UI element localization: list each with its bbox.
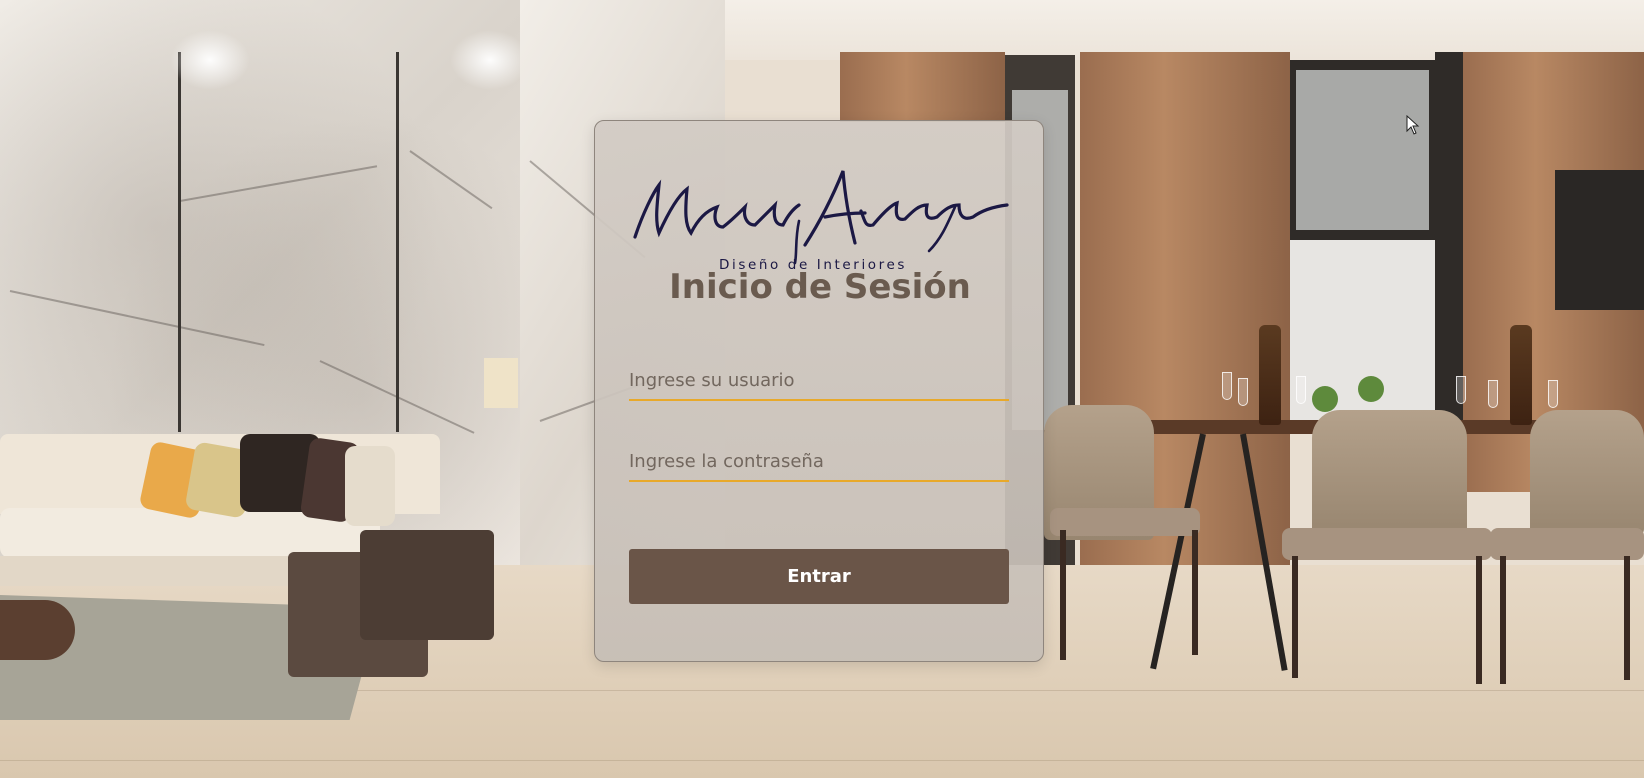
- wine-glass: [1296, 376, 1306, 404]
- signature-logo-icon: [633, 170, 1009, 265]
- wall-light: [170, 30, 250, 90]
- floor-tile-line: [0, 760, 1644, 761]
- login-submit-button[interactable]: Entrar: [629, 549, 1009, 604]
- table-plant: [1312, 386, 1338, 412]
- dining-chair: [1530, 410, 1644, 535]
- wine-bottle: [1259, 325, 1281, 425]
- refrigerator: [1555, 170, 1644, 310]
- chair-leg: [1500, 556, 1506, 684]
- chair-leg: [1060, 530, 1066, 660]
- chair-leg: [1476, 556, 1482, 684]
- wine-glass: [1238, 378, 1248, 406]
- panel-gap: [178, 52, 181, 432]
- wine-glass: [1488, 380, 1498, 408]
- chair-leg: [1192, 530, 1198, 655]
- mouse-pointer-icon: [1406, 115, 1420, 135]
- wine-glass: [1456, 376, 1466, 404]
- chair-leg: [1624, 556, 1630, 680]
- chair-seat: [1282, 528, 1492, 560]
- brand-logo: Diseño de Interiores: [629, 155, 1011, 273]
- chair-seat: [1050, 508, 1200, 536]
- pillow-white: [345, 446, 395, 526]
- password-input[interactable]: [629, 442, 1009, 482]
- wall-light: [450, 30, 530, 90]
- chair-leg: [1292, 556, 1298, 678]
- wine-glass: [1222, 372, 1232, 400]
- ottoman: [360, 530, 494, 640]
- shelf-glass: [1296, 70, 1429, 230]
- wine-bottle: [1510, 325, 1532, 425]
- panel-gap: [396, 52, 399, 432]
- dining-chair: [1312, 410, 1467, 535]
- table-plant: [1358, 376, 1384, 402]
- sofa-base: [0, 556, 330, 586]
- username-input[interactable]: [629, 361, 1009, 401]
- chair-seat: [1490, 528, 1644, 560]
- lamp-shade: [484, 358, 518, 408]
- coffee-table: [0, 600, 75, 660]
- wood-panel: [840, 52, 1005, 122]
- login-card: Diseño de Interiores Inicio de Sesión En…: [594, 120, 1044, 662]
- wine-glass: [1548, 380, 1558, 408]
- page-title: Inicio de Sesión: [669, 267, 971, 307]
